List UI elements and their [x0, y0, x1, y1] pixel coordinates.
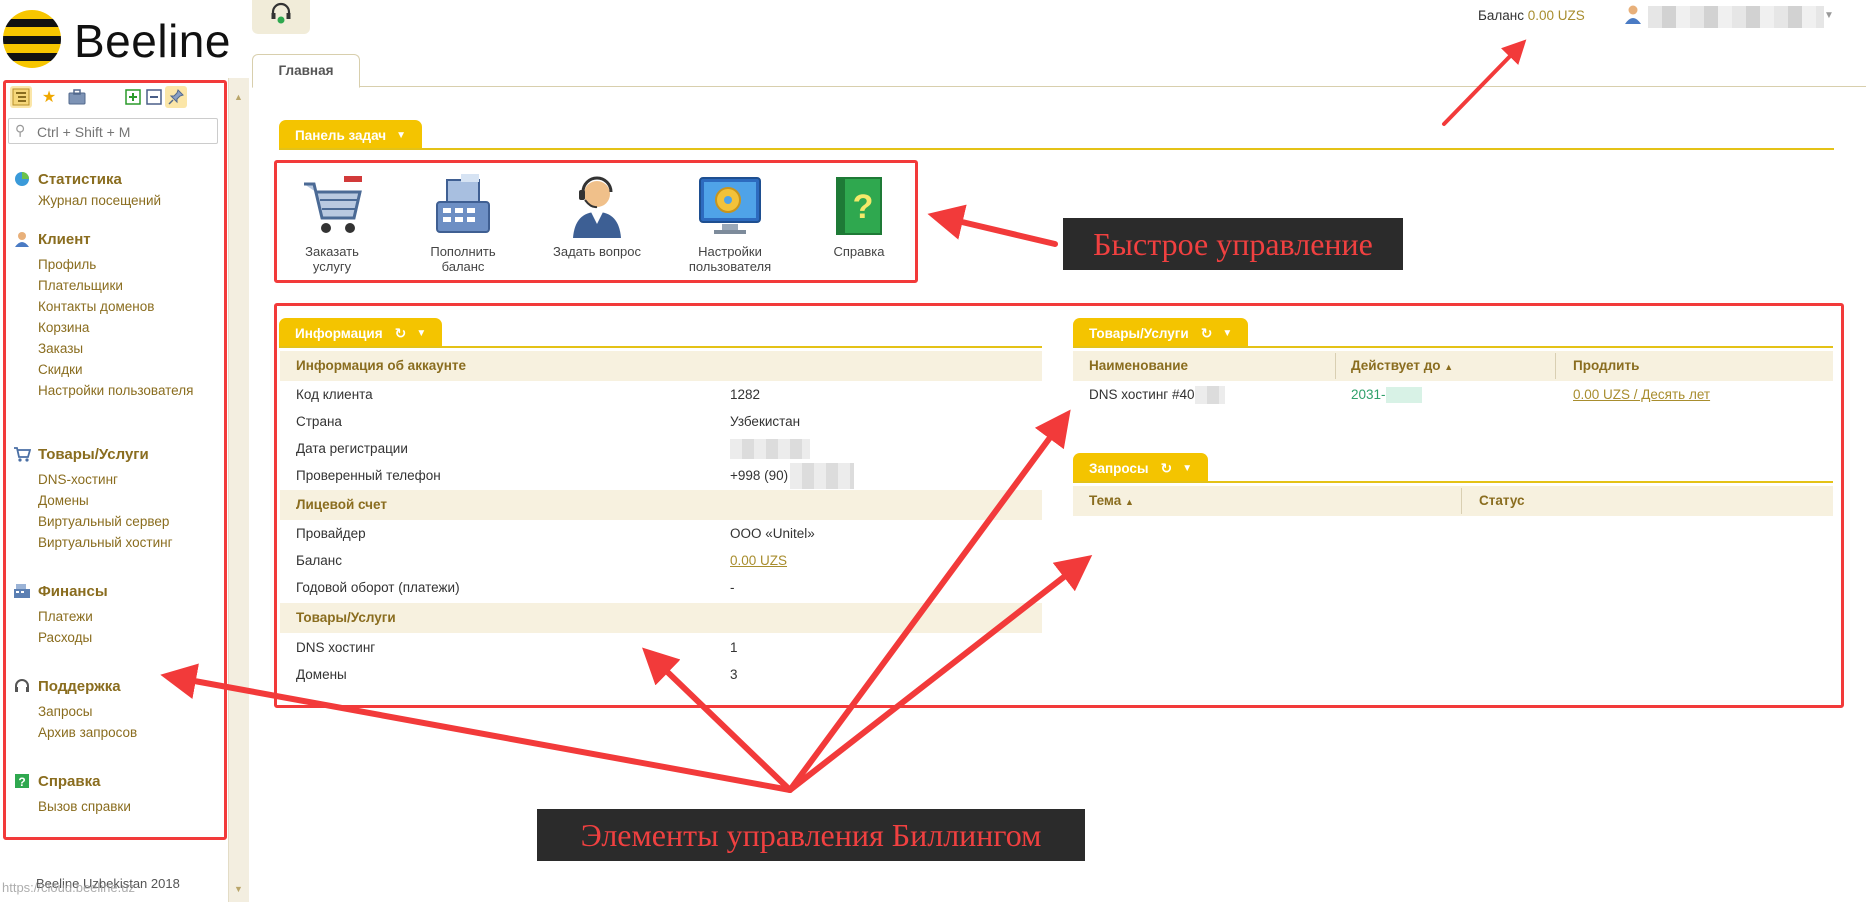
tab-bar: Главная: [252, 54, 1866, 88]
footer: Beeline Uzbekistan 2018 https://cloud.be…: [0, 870, 190, 900]
scroll-down-icon[interactable]: ▼: [234, 884, 243, 894]
support-status-button[interactable]: [252, 0, 310, 34]
footer-status-url: https://cloud.beeline.uz: [2, 880, 135, 895]
balance-value[interactable]: 0.00 UZS: [1528, 8, 1585, 23]
annotation-box-sidebar: [3, 80, 227, 840]
header-balance: Баланс 0.00 UZS: [1478, 8, 1585, 23]
taskbar-header: Панель задач ▼: [279, 120, 1834, 150]
headset-status-icon: [270, 2, 292, 30]
chevron-down-icon[interactable]: ▼: [1824, 10, 1834, 21]
balance-label: Баланс: [1478, 8, 1524, 23]
annotation-box-quick: [274, 160, 918, 283]
user-menu[interactable]: ▼: [1624, 4, 1834, 30]
scroll-up-icon[interactable]: ▲: [234, 92, 243, 102]
annotation-box-billing: [274, 303, 1844, 708]
sidebar-splitter[interactable]: ▲ ▼: [228, 78, 249, 902]
arrow-to-quick: [927, 204, 1058, 247]
annotation-label-quick: Быстрое управление: [1063, 218, 1403, 270]
annotation-label-billing: Элементы управления Биллингом: [537, 809, 1085, 861]
taskbar-tab[interactable]: Панель задач ▼: [279, 120, 423, 150]
user-name-redacted: [1648, 6, 1824, 28]
brand-name: Beeline: [74, 15, 231, 67]
brand-logo[interactable]: Beeline: [0, 0, 236, 78]
chevron-down-icon[interactable]: ▼: [396, 130, 406, 141]
tab-main[interactable]: Главная: [252, 54, 360, 88]
avatar: [1624, 4, 1642, 29]
beeline-logo-icon: [3, 10, 61, 68]
